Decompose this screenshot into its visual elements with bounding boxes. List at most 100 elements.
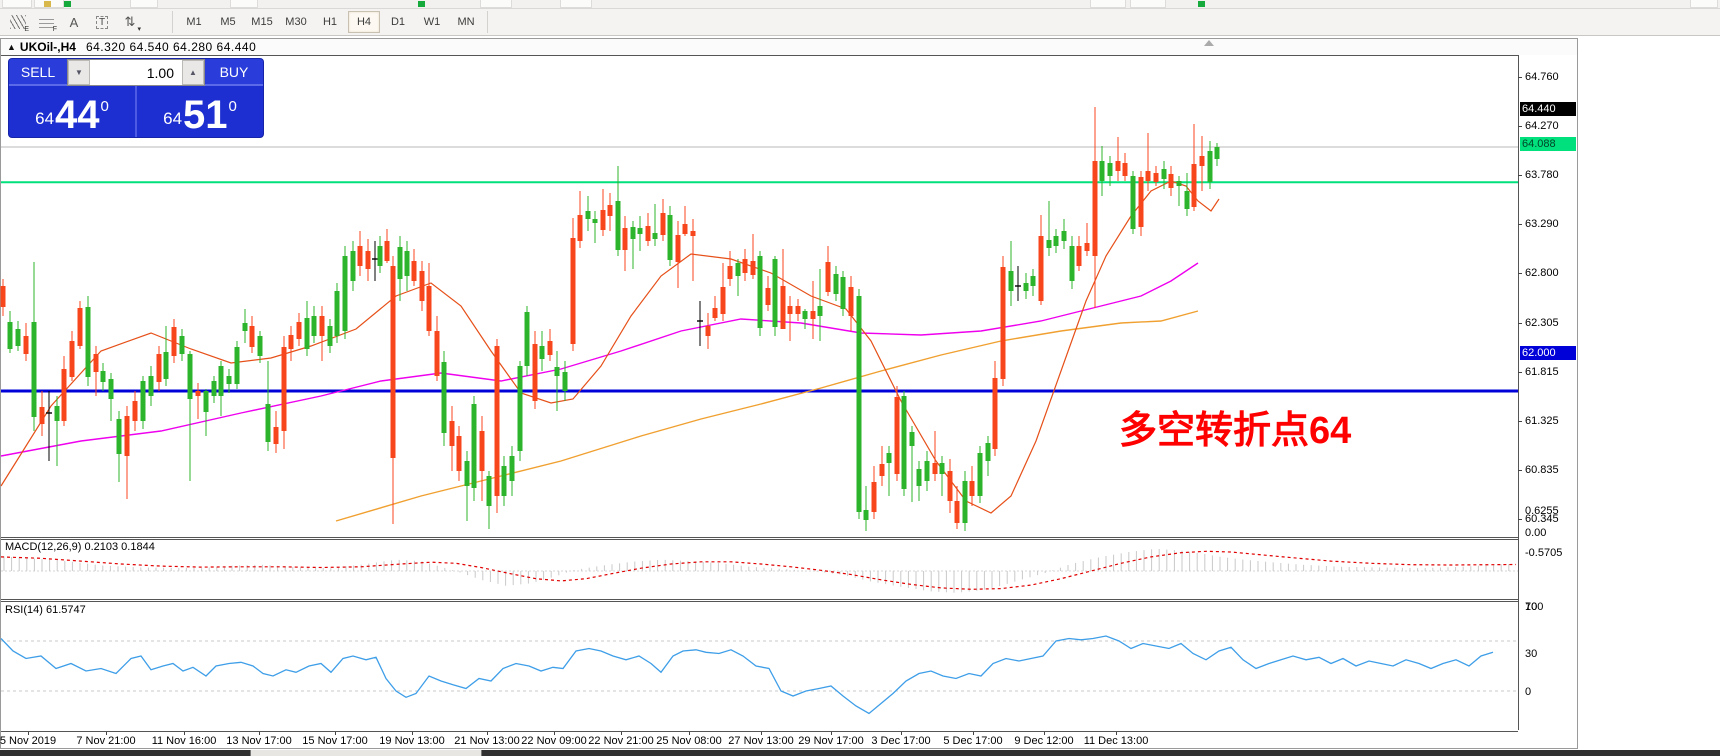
green-indicator-dot	[64, 1, 71, 7]
toolbar-button-partial[interactable]	[2, 0, 32, 8]
price-tick-label: 63.290	[1525, 218, 1559, 230]
buy-button[interactable]: BUY	[205, 59, 263, 86]
timeframe-button-mn[interactable]: MN	[450, 11, 482, 33]
green-indicator-dot	[418, 1, 425, 7]
macd-label: MACD(12,26,9) 0.2103 0.1844	[5, 541, 155, 553]
time-label: 7 Nov 21:00	[76, 735, 136, 747]
time-label: 5 Nov 2019	[0, 735, 57, 747]
timeframe-button-w1[interactable]: W1	[416, 11, 448, 33]
price-tick-label: 62.800	[1525, 267, 1559, 279]
arrows-object-icon[interactable]: ⇅ ▾	[117, 11, 143, 33]
time-label: 3 Dec 17:00	[871, 735, 931, 747]
time-label: 27 Nov 13:00	[728, 735, 794, 747]
volume-input[interactable]	[90, 60, 182, 85]
scrollbar-thumb[interactable]	[250, 750, 482, 756]
toolbar-button-partial[interactable]	[1090, 0, 1126, 8]
time-label: 25 Nov 08:00	[656, 735, 722, 747]
timeframe-button-h4[interactable]: H4	[348, 11, 380, 33]
time-label: 13 Nov 17:00	[226, 735, 292, 747]
time-axis[interactable]: 5 Nov 2019 7 Nov 21:00 11 Nov 16:00 13 Nov …	[0, 731, 1518, 750]
time-label: 21 Nov 13:00	[454, 735, 520, 747]
price-tick-label: 60.835	[1525, 463, 1559, 476]
main-panel-bottom-border	[1, 537, 1518, 538]
rsi-axis-label: 0	[1525, 685, 1532, 698]
buy-price-main: 51	[183, 93, 228, 137]
price-tick	[1518, 77, 1522, 78]
fibo-grid-icon[interactable]: F	[33, 11, 59, 33]
toolbar-separator	[172, 11, 173, 33]
timeframe-button-d1[interactable]: D1	[382, 11, 414, 33]
macd-indicator-canvas[interactable]	[0, 539, 1518, 599]
price-tick	[1518, 322, 1522, 324]
time-label: 29 Nov 17:00	[798, 735, 864, 747]
timeframe-group: M1 M5 M15 M30 H1 H4 D1 W1 MN	[168, 9, 492, 35]
chinese-annotation-text: 多空转折点64	[1119, 410, 1352, 452]
price-badge: 62.000	[1520, 346, 1576, 360]
price-badge: 64.088	[1520, 137, 1576, 152]
yellow-indicator-dot	[44, 1, 51, 7]
price-tick	[1518, 224, 1522, 225]
toolbar-button-partial[interactable]	[480, 0, 512, 8]
volume-decrease-button[interactable]: ▼	[68, 60, 90, 85]
timeframe-button-m15[interactable]: M15	[246, 11, 278, 33]
mt4-terminal: E F A T ⇅ ▾ M1 M5 M15 M30 H1 H4 D1 W1 MN ▲ UKOil-,H4 …	[0, 0, 1720, 756]
sell-price-pipette: 0	[100, 98, 109, 115]
time-label: 5 Dec 17:00	[943, 735, 1003, 747]
price-tick	[1518, 273, 1522, 274]
time-label: 9 Dec 12:00	[1014, 735, 1074, 747]
price-tick	[1518, 469, 1522, 471]
text-box-icon[interactable]: T	[89, 11, 115, 33]
rsi-axis-label: 30	[1525, 648, 1538, 660]
timeframe-button-m5[interactable]: M5	[212, 11, 244, 33]
price-tick-label: 63.780	[1525, 169, 1559, 181]
time-label: 22 Nov 21:00	[588, 735, 654, 747]
price-badge: 64.440	[1520, 102, 1576, 116]
collapse-triangle-icon[interactable]: ▲	[7, 42, 16, 52]
cycle-lines-icon[interactable]: E	[5, 11, 31, 33]
time-label: 22 Nov 09:00	[521, 735, 587, 747]
chart-toolbar: E F A T ⇅ ▾ M1 M5 M15 M30 H1 H4 D1 W1 MN	[0, 9, 1720, 36]
price-tick	[1518, 175, 1522, 176]
price-tick	[1518, 371, 1522, 373]
price-tick-label: 61.325	[1525, 414, 1559, 427]
toolbar-button-partial[interactable]	[130, 0, 158, 8]
price-tick-label: 61.815	[1525, 365, 1559, 378]
toolbar-separator	[487, 11, 488, 33]
rsi-label: RSI(14) 61.5747	[5, 604, 86, 616]
rsi-indicator-canvas[interactable]	[0, 601, 1518, 731]
macd-panel-bottom-border	[1, 599, 1518, 600]
price-axis-separator	[1518, 55, 1519, 730]
toolbar-button-partial[interactable]	[230, 0, 258, 8]
scroll-to-end-marker[interactable]	[1204, 40, 1214, 46]
green-indicator-dot	[1198, 1, 1205, 7]
sell-button[interactable]: SELL	[9, 59, 67, 86]
macd-axis-label: -0.5705	[1525, 547, 1563, 560]
buy-price-prefix: 64	[163, 109, 183, 128]
price-tick-label: 62.305	[1525, 316, 1559, 329]
macd-axis-label: 0.6255	[1525, 504, 1559, 517]
ohlc-values: 64.320 64.540 64.280 64.440	[85, 40, 257, 54]
sell-price-quote[interactable]: 64 44 0	[9, 86, 135, 137]
sell-price-main: 44	[55, 93, 100, 137]
volume-spinner: ▼ ▲	[67, 59, 205, 86]
buy-price-pipette: 0	[228, 98, 237, 115]
volume-increase-button[interactable]: ▲	[182, 60, 204, 85]
time-label: 11 Nov 16:00	[151, 735, 217, 747]
toolbar-button-partial[interactable]	[560, 0, 592, 8]
rsi-axis-label: 70	[1525, 601, 1538, 613]
chart-scrollbar[interactable]	[0, 750, 1720, 756]
one-click-trading-panel: SELL ▼ ▲ BUY 64440 64510	[9, 59, 263, 137]
chart-title-bar[interactable]: ▲ UKOil-,H4 64.320 64.540 64.280 64.440	[1, 39, 1577, 55]
sell-price-prefix: 64	[35, 109, 55, 128]
buy-price-quote[interactable]: 64 51 0	[137, 86, 263, 137]
toolbar-button-partial[interactable]	[1690, 0, 1718, 8]
price-tick-label: 64.760	[1525, 71, 1559, 83]
price-tick	[1518, 420, 1522, 422]
price-tick	[1518, 126, 1522, 127]
timeframe-button-m1[interactable]: M1	[178, 11, 210, 33]
toolbar-button-partial[interactable]	[1130, 0, 1166, 8]
upper-toolbar-sliver	[0, 0, 1720, 9]
text-label-icon[interactable]: A	[61, 11, 87, 33]
timeframe-button-h1[interactable]: H1	[314, 11, 346, 33]
timeframe-button-m30[interactable]: M30	[280, 11, 312, 33]
